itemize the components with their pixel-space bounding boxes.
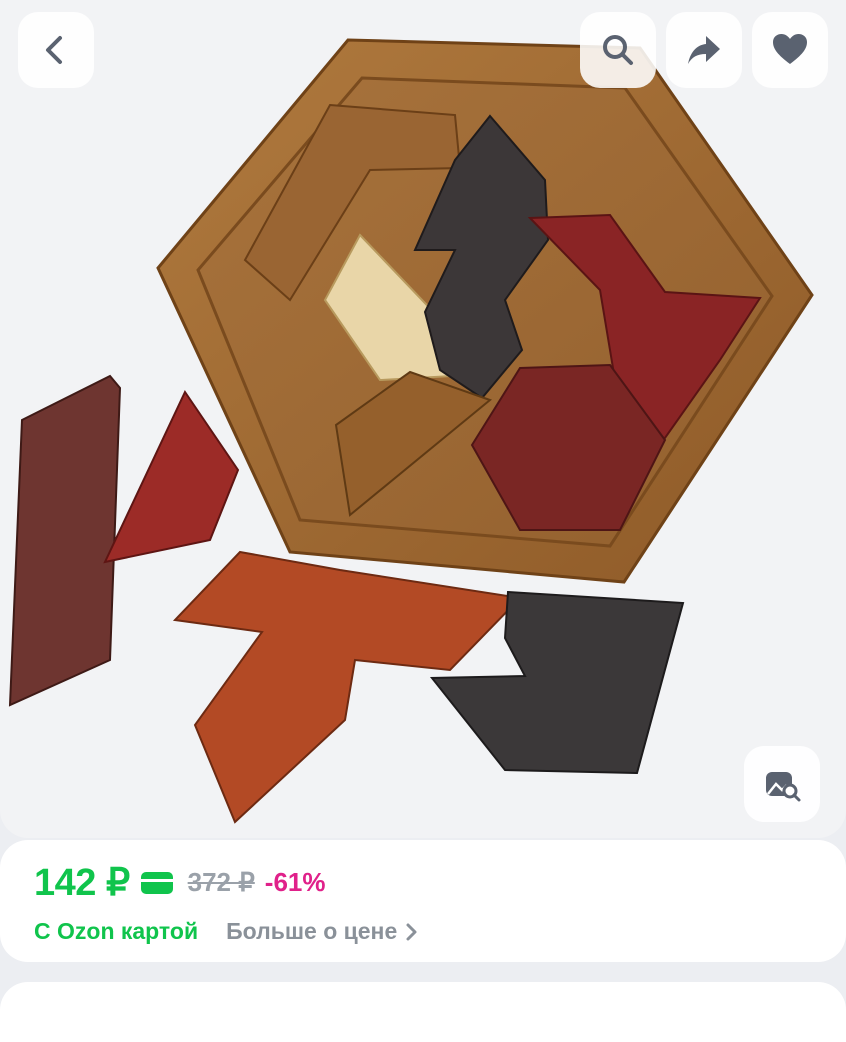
more-about-price-link[interactable]: Больше о цене	[226, 918, 397, 945]
product-image[interactable]	[0, 0, 846, 838]
price-row: 142 ₽ 372 ₽ -61%	[34, 860, 326, 905]
ozon-card-label: С Ozon картой	[34, 918, 199, 944]
next-section-card	[0, 982, 846, 1042]
search-button[interactable]	[580, 12, 656, 88]
piece-long-plank	[8, 374, 122, 707]
back-button[interactable]	[18, 12, 94, 88]
chevron-right-icon[interactable]	[405, 922, 419, 942]
piece-red-trapezoid	[103, 389, 240, 564]
heart-icon	[773, 34, 807, 64]
share-button[interactable]	[666, 12, 742, 88]
product-gallery[interactable]	[0, 0, 846, 838]
favorite-button[interactable]	[752, 12, 828, 88]
visual-search-icon	[766, 772, 801, 802]
visual-search-button[interactable]	[744, 746, 820, 822]
price-sub-row: С Ozon картой Больше о цене	[34, 918, 419, 945]
card-icon	[140, 871, 173, 894]
search-icon	[603, 35, 633, 65]
old-price: 372 ₽	[187, 867, 255, 897]
discount-badge: -61%	[264, 867, 326, 897]
price-card: 142 ₽ 372 ₽ -61% С Ozon картой Больше о …	[0, 840, 846, 962]
current-price: 142 ₽	[34, 862, 130, 904]
back-arrow-icon	[46, 36, 62, 64]
share-icon	[688, 36, 720, 64]
